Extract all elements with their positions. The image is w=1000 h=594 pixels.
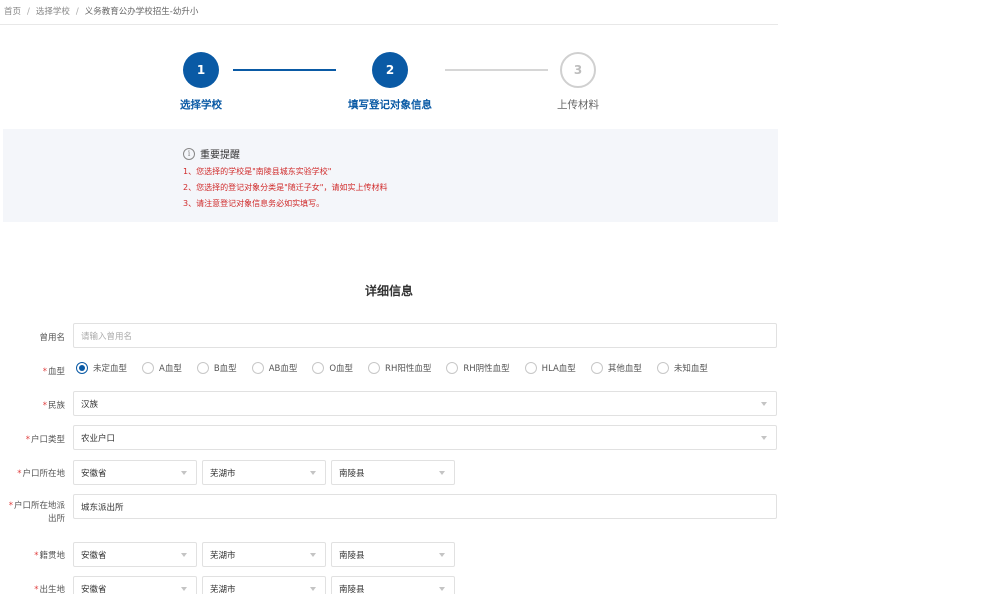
notice-line-2: 2、您选择的登记对象分类是"随迁子女"，请如实上传材料 [183,183,388,192]
former-name-input[interactable]: 请输入曾用名 [73,323,777,348]
birth-county-select[interactable]: 南陵县 [331,576,455,594]
chevron-down-icon [439,587,445,591]
info-icon: i [183,147,195,160]
radio-icon [656,362,669,374]
city-value: 芜湖市 [210,584,236,594]
radio-icon [312,362,325,374]
province-value: 安徽省 [81,468,107,479]
step-select-school: 1 选择学校 [141,52,261,112]
blood-type-label: *血型 [42,367,65,377]
native-province-select[interactable]: 安徽省 [73,542,197,567]
step-1-label: 选择学校 [180,99,222,111]
notice-line-1: 1、您选择的学校是"南陵县城东实验学校" [183,167,332,176]
city-value: 芜湖市 [210,468,236,479]
notice-title: i 重要提醒 [183,146,240,161]
county-value: 南陵县 [339,468,365,479]
county-value: 南陵县 [339,584,365,594]
blood-type-radio-group: 未定血型 A血型 B血型 AB血型 O血型 RH阳性血型 RH阴性血型 HLA血… [76,362,723,374]
important-notice-panel [3,129,778,222]
ethnicity-select[interactable]: 汉族 [73,391,777,416]
hukou-type-select[interactable]: 农业户口 [73,425,777,450]
section-title: 详细信息 [364,284,413,298]
native-county-select[interactable]: 南陵县 [331,542,455,567]
breadcrumb-select-school[interactable]: 选择学校 [36,7,70,17]
radio-icon [142,362,155,374]
hukou-location-label: *户口所在地 [17,469,65,479]
step-1-circle: 1 [183,52,219,88]
ethnicity-value: 汉族 [81,399,99,410]
native-city-select[interactable]: 芜湖市 [202,542,326,567]
breadcrumb-separator: / [27,7,30,17]
radio-selected-icon [76,362,88,374]
chevron-down-icon [310,471,316,475]
radio-icon [446,362,459,374]
radio-icon [251,362,264,374]
blood-type-option-a[interactable]: A血型 [142,362,182,374]
step-fill-info: 2 填写登记对象信息 [330,52,450,112]
province-value: 安徽省 [81,550,107,561]
step-upload: 3 上传材料 [518,52,638,112]
blood-type-option-other[interactable]: 其他血型 [590,362,642,374]
breadcrumb-separator: / [75,7,79,17]
birthplace-label: *出生地 [34,585,65,594]
breadcrumb-current: 义务教育公办学校招生-幼升小 [84,7,199,17]
province-value: 安徽省 [81,584,107,594]
birth-province-select[interactable]: 安徽省 [73,576,197,594]
hukou-police-label: *户口所在地派出所 [8,501,65,524]
chevron-down-icon [310,553,316,557]
hukou-police-value: 城东派出所 [81,502,124,513]
step-3-label: 上传材料 [557,99,599,111]
blood-type-option-o[interactable]: O血型 [312,362,353,374]
notice-title-text: 重要提醒 [200,150,240,161]
ethnicity-label: *民族 [42,401,65,411]
step-3-circle: 3 [560,52,596,88]
birth-city-select[interactable]: 芜湖市 [202,576,326,594]
blood-type-option-rh-negative[interactable]: RH阴性血型 [446,362,510,374]
step-2-circle: 2 [372,52,408,88]
former-name-label: 曾用名 [39,333,65,343]
hukou-county-select[interactable]: 南陵县 [331,460,455,485]
step-2-label: 填写登记对象信息 [348,99,432,111]
county-value: 南陵县 [339,550,365,561]
radio-icon [524,362,537,374]
chevron-down-icon [181,587,187,591]
hukou-type-label: *户口类型 [25,435,65,445]
chevron-down-icon [181,471,187,475]
notice-line-3: 3、请注意登记对象信息务必如实填写。 [183,199,325,208]
native-place-label: *籍贯地 [34,551,65,561]
chevron-down-icon [439,553,445,557]
radio-icon [590,362,603,374]
hukou-type-value: 农业户口 [81,433,116,444]
chevron-down-icon [310,587,316,591]
breadcrumb-home[interactable]: 首页 [4,7,21,17]
blood-type-option-unknown[interactable]: 未知血型 [656,362,708,374]
blood-type-option-rh-positive[interactable]: RH阳性血型 [368,362,431,374]
hukou-province-select[interactable]: 安徽省 [73,460,197,485]
blood-type-option-hla[interactable]: HLA血型 [524,362,576,374]
chevron-down-icon [181,553,187,557]
chevron-down-icon [439,471,445,475]
radio-icon [196,362,209,374]
chevron-down-icon [761,436,767,440]
chevron-down-icon [761,402,767,406]
header-divider [0,24,778,25]
blood-type-option-b[interactable]: B血型 [196,362,237,374]
blood-type-option-undetermined[interactable]: 未定血型 [76,362,127,374]
blood-type-option-ab[interactable]: AB血型 [251,362,297,374]
radio-icon [368,362,381,374]
city-value: 芜湖市 [210,550,236,561]
hukou-city-select[interactable]: 芜湖市 [202,460,326,485]
breadcrumb: 首页 / 选择学校 / 义务教育公办学校招生-幼升小 [4,5,198,17]
hukou-police-input[interactable]: 城东派出所 [73,494,777,519]
